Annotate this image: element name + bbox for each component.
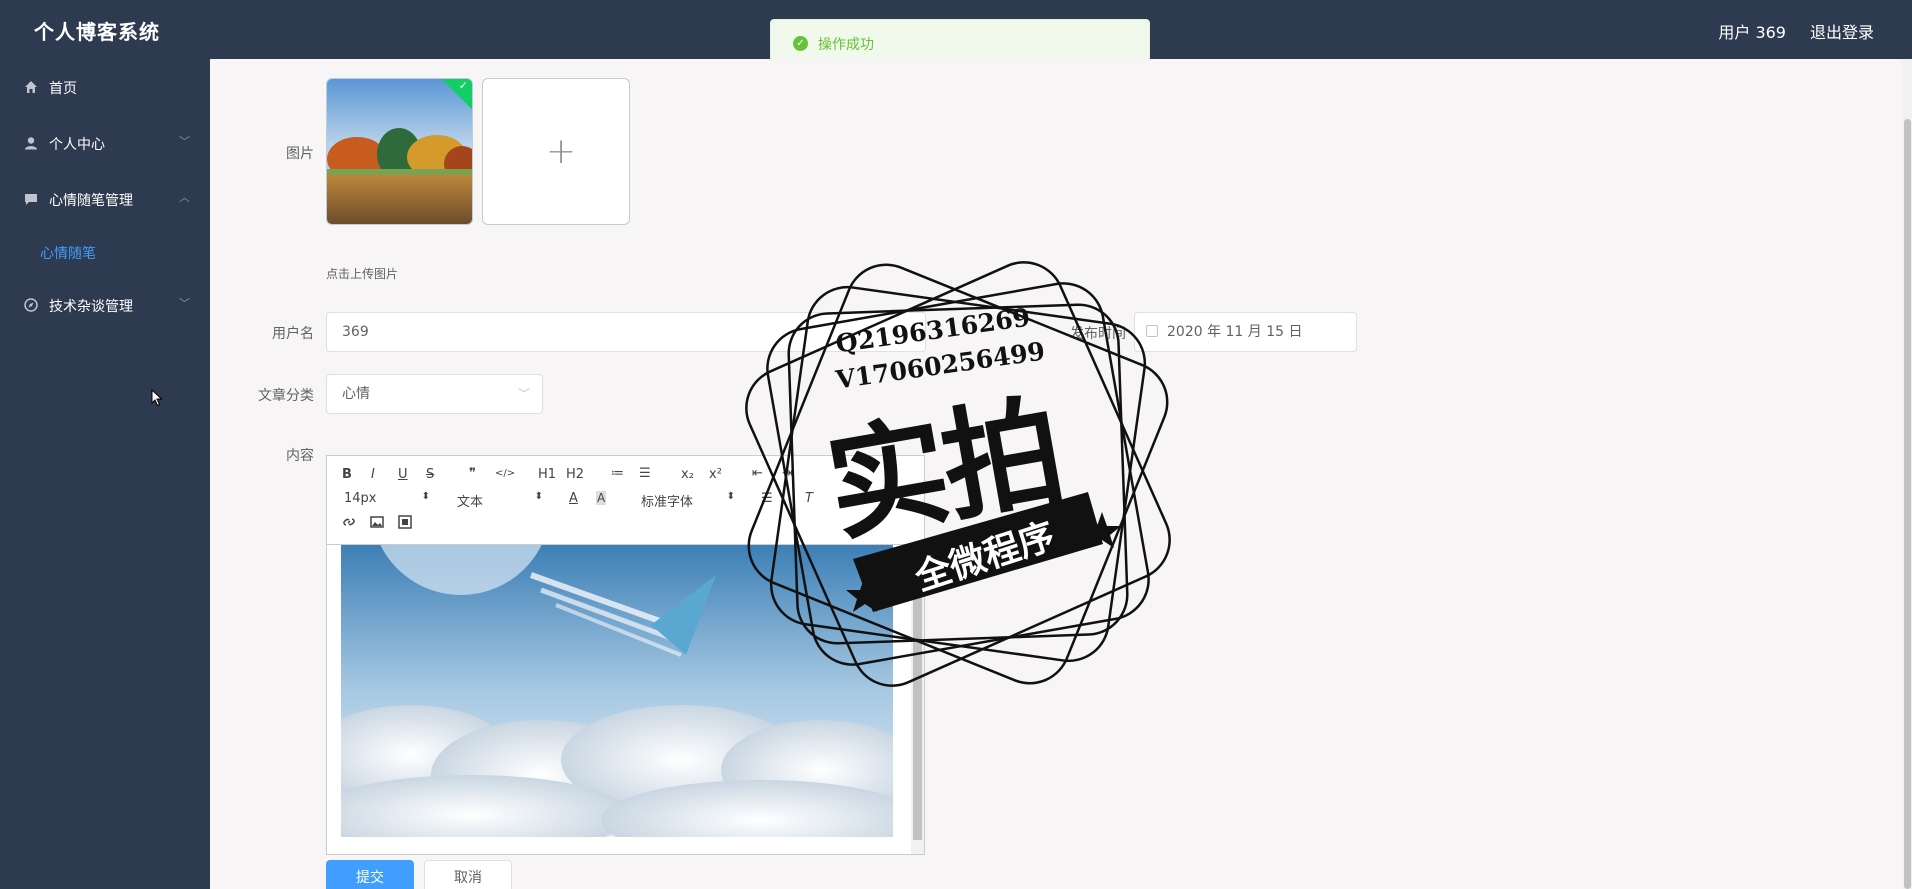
sidebar-item-personal-center[interactable]: 个人中心 ﹀ <box>0 115 210 171</box>
category-select[interactable]: 心情 ﹀ <box>326 374 543 414</box>
select-caret-icon: ⬍ <box>726 491 735 502</box>
chevron-down-icon: ﹀ <box>179 297 190 310</box>
compass-icon <box>24 298 38 312</box>
submit-button[interactable]: 提交 <box>326 860 414 889</box>
upload-tip: 点击上传图片 <box>326 267 399 281</box>
sidebar-item-home[interactable]: 首页 <box>0 59 210 115</box>
subscript-button[interactable]: x₂ <box>681 467 694 482</box>
page-scrollbar[interactable] <box>1903 59 1912 889</box>
home-icon <box>24 80 38 94</box>
background-color-icon[interactable]: A <box>596 491 607 505</box>
superscript-button[interactable]: x² <box>709 467 722 482</box>
content-label: 内容 <box>286 448 314 464</box>
select-caret-icon: ⬍ <box>421 491 430 502</box>
landscape-photo <box>327 79 472 224</box>
bold-button[interactable]: B <box>342 467 352 482</box>
sidebar-item-label: 首页 <box>49 81 77 97</box>
image-label: 图片 <box>286 146 314 162</box>
sidebar-subitem-label: 心情随笔 <box>40 246 96 262</box>
plus-icon: + <box>546 131 577 172</box>
username-label: 用户名 <box>272 326 314 342</box>
bullet-list-button[interactable]: ☰ <box>639 466 651 481</box>
check-icon: ✓ <box>458 79 468 92</box>
block-type-select[interactable]: 文本 ⬍ <box>457 491 543 510</box>
video-icon[interactable] <box>398 515 412 529</box>
font-family-select[interactable]: 标准字体 ⬍ <box>641 491 735 510</box>
user-icon <box>24 136 38 150</box>
image-upload-button[interactable]: + <box>482 78 630 225</box>
link-icon[interactable] <box>342 515 356 529</box>
strike-button[interactable]: S <box>426 467 434 482</box>
chevron-down-icon: ﹀ <box>517 387 530 401</box>
cancel-button[interactable]: 取消 <box>424 860 512 889</box>
chevron-up-icon: ︿ <box>179 191 190 204</box>
sidebar-item-label: 心情随笔管理 <box>49 193 133 209</box>
current-user: 用户 369 <box>1718 23 1786 42</box>
publish-date-value: 2020 年 11 月 15 日 <box>1167 324 1303 340</box>
select-caret-icon: ⬍ <box>534 491 543 502</box>
sidebar-item-label: 技术杂谈管理 <box>49 299 133 315</box>
toast-message: 操作成功 <box>818 37 874 53</box>
image-icon[interactable] <box>370 515 384 529</box>
heading2-button[interactable]: H2 <box>566 467 584 482</box>
category-value: 心情 <box>342 386 370 402</box>
blockquote-button[interactable]: ❞ <box>469 466 476 481</box>
font-color-icon[interactable]: A <box>569 491 578 506</box>
ordered-list-button[interactable]: ≔ <box>611 466 624 481</box>
mouse-cursor-icon <box>151 389 163 407</box>
sidebar-item-tech-talk-management[interactable]: 技术杂谈管理 ﹀ <box>0 277 210 333</box>
font-size-select[interactable]: 14px ⬍ <box>344 491 430 506</box>
heading1-button[interactable]: H1 <box>538 467 556 482</box>
sidebar: 首页 个人中心 ﹀ 心情随笔管理 ︿ 心情随笔 技术杂谈管理 ﹀ <box>0 59 210 889</box>
logout-link[interactable]: 退出登录 <box>1810 19 1874 43</box>
category-label: 文章分类 <box>258 388 314 404</box>
chat-icon <box>24 192 38 206</box>
sidebar-item-mood-essay[interactable]: 心情随笔 <box>0 227 210 277</box>
uploaded-image-thumbnail[interactable]: ✓ <box>326 78 473 225</box>
font-size-value: 14px <box>344 491 377 506</box>
chevron-down-icon: ﹀ <box>179 135 190 148</box>
code-block-button[interactable]: </> <box>495 468 515 479</box>
font-family-value: 标准字体 <box>641 495 694 510</box>
underline-button[interactable]: U <box>398 467 408 482</box>
sidebar-item-label: 个人中心 <box>49 137 105 153</box>
success-check-icon: ✓ <box>793 36 808 51</box>
app-title: 个人博客系统 <box>34 20 160 44</box>
block-type-value: 文本 <box>457 495 484 510</box>
page-scrollbar-thumb[interactable] <box>1904 119 1911 889</box>
italic-button[interactable]: I <box>371 467 375 482</box>
sidebar-item-mood-management[interactable]: 心情随笔管理 ︿ <box>0 171 210 227</box>
